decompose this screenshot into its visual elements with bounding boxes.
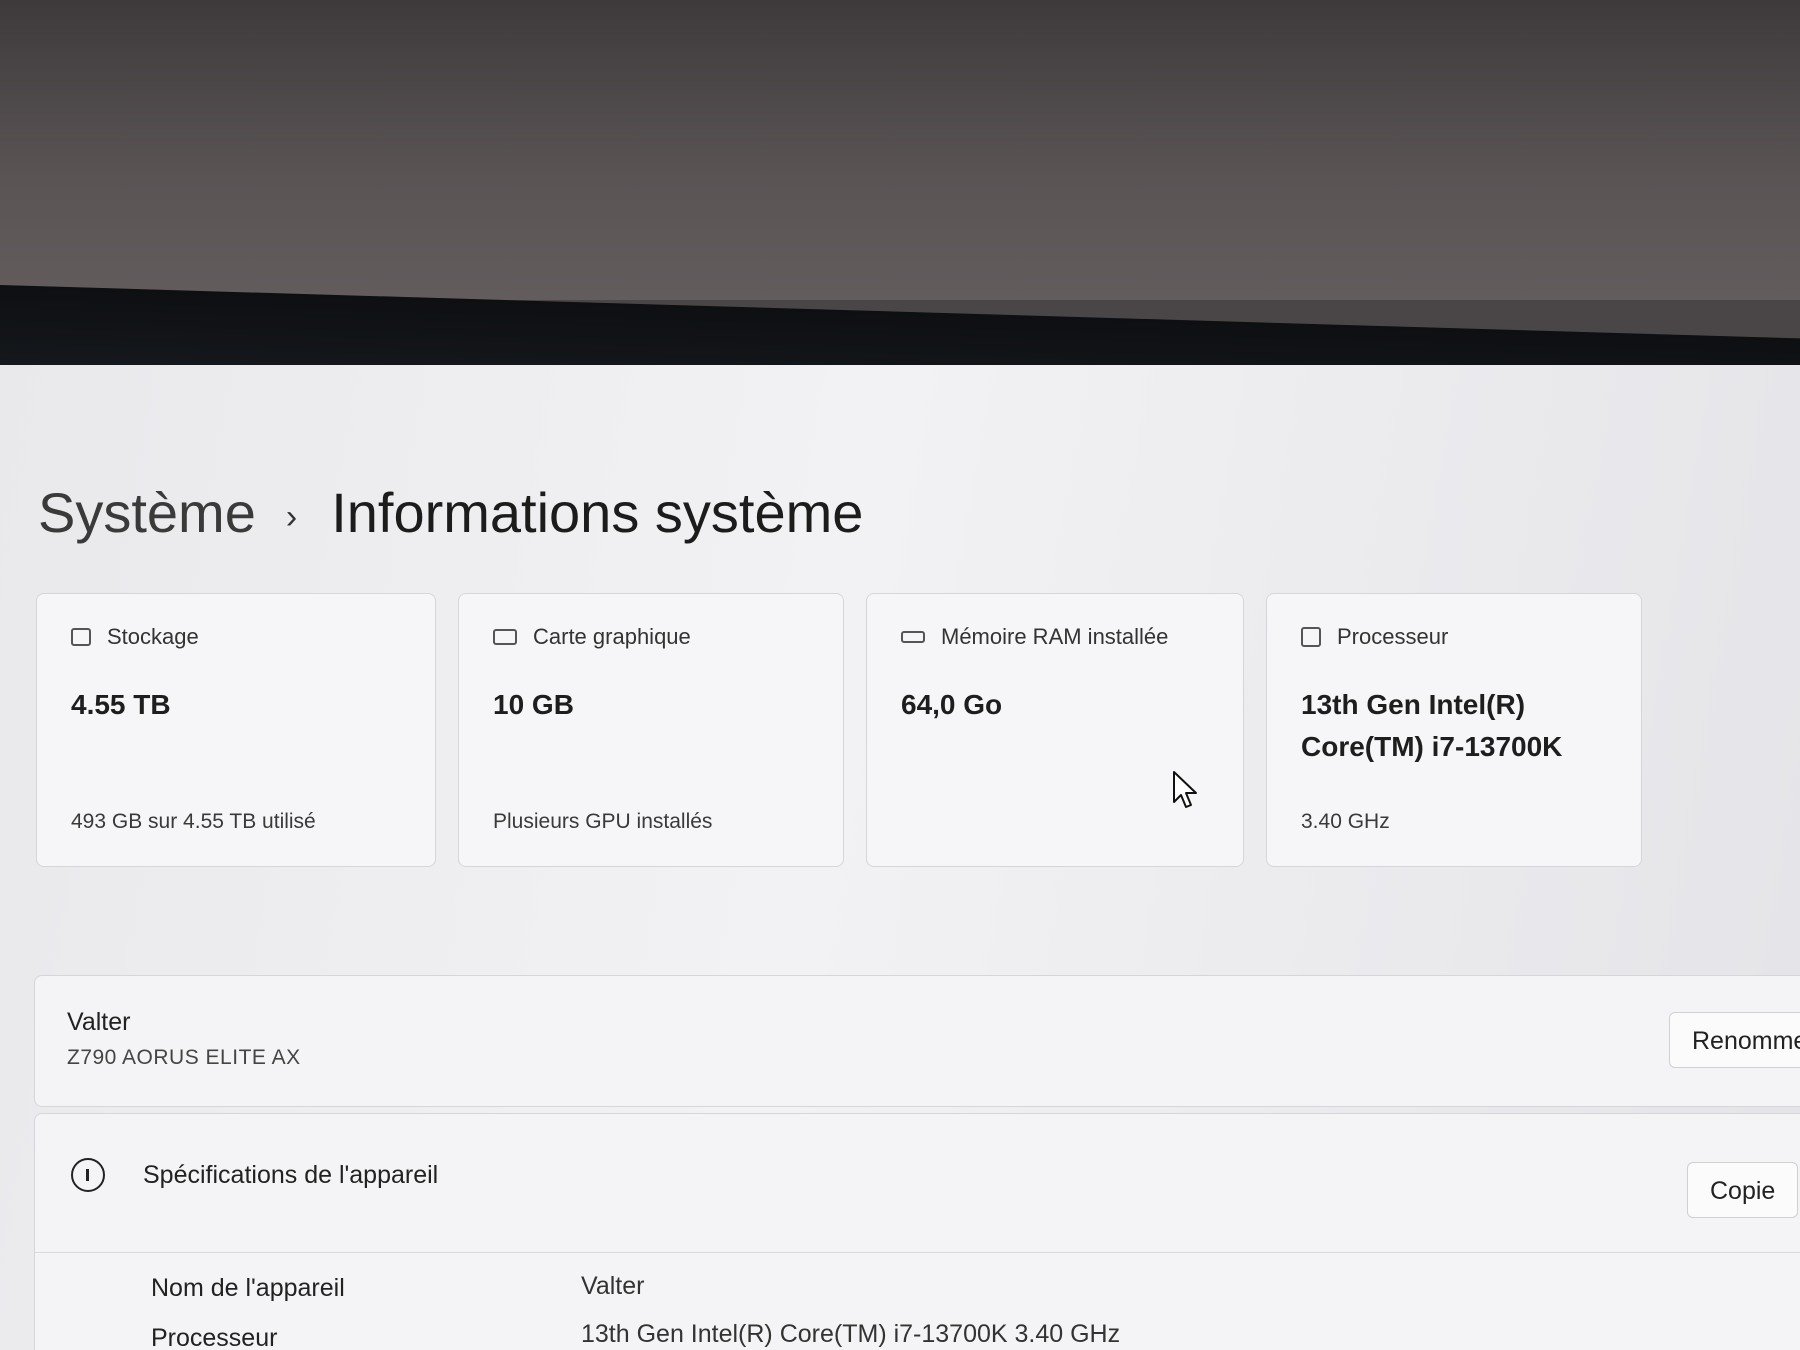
specs-title: Spécifications de l'appareil — [143, 1160, 439, 1189]
processor-speed: 3.40 GHz — [1301, 810, 1390, 833]
background-wall — [0, 0, 1800, 300]
device-model: Z790 AORUS ELITE AX — [67, 1046, 301, 1069]
graphics-sub: Plusieurs GPU installés — [493, 810, 713, 833]
chevron-right-icon: › — [285, 497, 298, 536]
device-name: Valter — [67, 1008, 131, 1036]
processor-value-line2: Core(TM) i7-13700K — [1301, 731, 1563, 762]
processor-card[interactable]: Processeur 13th Gen Intel(R) Core(TM) i7… — [1266, 593, 1642, 867]
spec-label-device-name: Nom de l'appareil — [151, 1274, 345, 1302]
storage-icon — [71, 628, 91, 646]
spec-value-device-name: Valter — [581, 1272, 645, 1300]
graphics-value: 10 GB — [493, 689, 574, 720]
graphics-label: Carte graphique — [533, 624, 691, 649]
storage-label: Stockage — [107, 624, 199, 649]
rename-button[interactable]: Renomme — [1669, 1012, 1800, 1068]
device-specs-section: Spécifications de l'appareil Copie Nom d… — [34, 1113, 1800, 1350]
specs-header[interactable]: Spécifications de l'appareil — [71, 1158, 438, 1192]
divider — [35, 1252, 1800, 1253]
ram-label: Mémoire RAM installée — [941, 624, 1169, 649]
processor-label: Processeur — [1337, 624, 1449, 649]
copy-button[interactable]: Copie — [1687, 1162, 1799, 1218]
spec-value-processor: 13th Gen Intel(R) Core(TM) i7-13700K 3.4… — [581, 1320, 1121, 1348]
info-icon — [71, 1158, 105, 1192]
mouse-cursor-icon — [1173, 771, 1197, 808]
device-name-row: Valter Z790 AORUS ELITE AX Renomme — [34, 975, 1800, 1107]
processor-icon — [1301, 627, 1321, 647]
processor-value-line1: 13th Gen Intel(R) — [1301, 689, 1526, 720]
ram-value: 64,0 Go — [901, 689, 1003, 720]
ram-icon — [901, 631, 925, 643]
processor-value: 13th Gen Intel(R) Core(TM) i7-13700K — [1301, 684, 1562, 768]
graphics-card[interactable]: Carte graphique 10 GB Plusieurs GPU inst… — [458, 593, 844, 867]
spec-label-processor: Processeur — [151, 1324, 278, 1350]
ram-card[interactable]: Mémoire RAM installée 64,0 Go — [866, 593, 1244, 867]
page-title: Système › Informations système — [38, 480, 863, 545]
storage-usage: 493 GB sur 4.55 TB utilisé — [71, 810, 316, 833]
graphics-card-icon — [493, 629, 517, 645]
storage-card[interactable]: Stockage 4.55 TB 493 GB sur 4.55 TB util… — [36, 593, 436, 867]
storage-value: 4.55 TB — [71, 689, 171, 720]
breadcrumb-parent[interactable]: Système — [38, 481, 256, 544]
breadcrumb-current: Informations système — [331, 481, 864, 544]
settings-window: Système › Informations système Stockage 4.… — [0, 365, 1800, 1350]
